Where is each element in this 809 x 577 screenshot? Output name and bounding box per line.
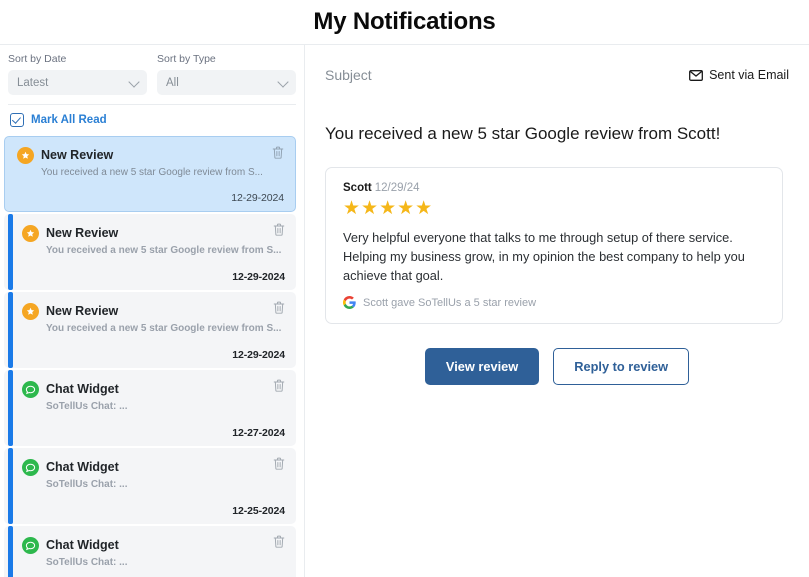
notification-date: 12-25-2024 [232, 505, 285, 517]
mark-all-read-row[interactable]: Mark All Read [0, 105, 304, 136]
chevron-down-icon [128, 75, 140, 88]
unread-accent-bar [8, 292, 13, 368]
notification-preview: You received a new 5 star Google review … [46, 245, 282, 256]
sort-by-type-value: All [166, 76, 179, 89]
google-g-icon [343, 296, 356, 309]
review-meta: Scott 12/29/24 [343, 182, 766, 194]
subject-label: Subject [325, 67, 372, 83]
notification-title: New Review [46, 304, 119, 318]
notification-item[interactable]: New Review You received a new 5 star Goog… [4, 292, 296, 368]
notification-item[interactable]: Chat Widget SoTellUs Chat: ... 12-25-2024 [4, 448, 296, 524]
star-badge-icon [17, 147, 34, 164]
sent-via-label: Sent via Email [709, 68, 789, 82]
notification-title: New Review [46, 226, 119, 240]
subject-row: Subject Sent via Email [325, 45, 789, 83]
notification-item[interactable]: Chat Widget SoTellUs Chat: ... 12-27-2024 [4, 370, 296, 446]
reply-to-review-button[interactable]: Reply to review [553, 348, 690, 385]
chat-bubble-badge-icon [22, 459, 39, 476]
view-review-button[interactable]: View review [424, 348, 540, 385]
notification-title: Chat Widget [46, 382, 119, 396]
sort-by-date-group: Sort by Date Latest [8, 53, 147, 95]
review-source-text: Scott gave SoTellUs a 5 star review [363, 296, 537, 309]
sort-by-type-group: Sort by Type All [157, 53, 296, 95]
notification-preview: SoTellUs Chat: ... [46, 557, 128, 568]
sent-via-email: Sent via Email [689, 68, 789, 82]
chat-bubble-badge-icon [22, 537, 39, 554]
unread-accent-bar [8, 214, 13, 290]
mark-all-read-checkbox[interactable] [10, 113, 24, 127]
delete-notification-icon[interactable] [272, 534, 286, 549]
notification-date: 12-29-2024 [232, 271, 285, 283]
star-badge-icon [22, 225, 39, 242]
page-header: My Notifications [0, 0, 809, 44]
notification-preview: SoTellUs Chat: ... [46, 401, 128, 412]
page-title: My Notifications [313, 8, 496, 35]
notification-date: 12-29-2024 [232, 349, 285, 361]
unread-accent-bar [8, 526, 13, 577]
notification-header: New Review [22, 303, 286, 320]
sort-by-date-select[interactable]: Latest [8, 70, 147, 95]
review-date: 12/29/24 [374, 182, 420, 194]
notification-title: New Review [41, 148, 114, 162]
notification-preview: You received a new 5 star Google review … [46, 323, 282, 334]
delete-notification-icon[interactable] [272, 456, 286, 471]
sort-by-type-label: Sort by Type [157, 53, 216, 65]
delete-notification-icon[interactable] [272, 300, 286, 315]
unread-accent-bar [8, 370, 13, 446]
envelope-icon [689, 69, 704, 81]
notification-preview: You received a new 5 star Google review … [41, 167, 263, 178]
chevron-down-icon [277, 75, 289, 88]
notification-date: 12-27-2024 [232, 427, 285, 439]
review-actions: View review Reply to review [325, 348, 789, 385]
main-body: Sort by Date Latest Sort by Type All Mar… [0, 44, 809, 577]
notification-preview: SoTellUs Chat: ... [46, 479, 128, 490]
notification-header: Chat Widget [22, 459, 286, 476]
sort-by-date-value: Latest [17, 76, 49, 89]
sort-by-date-label: Sort by Date [8, 53, 67, 65]
chat-bubble-badge-icon [22, 381, 39, 398]
notifications-sidebar: Sort by Date Latest Sort by Type All Mar… [0, 45, 305, 577]
notification-date: 12-29-2024 [231, 192, 284, 204]
notification-item[interactable]: New Review You received a new 5 star Goog… [4, 214, 296, 290]
notification-header: New Review [22, 225, 286, 242]
review-source-row: Scott gave SoTellUs a 5 star review [343, 296, 766, 309]
notification-list[interactable]: New Review You received a new 5 star Goog… [0, 136, 304, 577]
notification-title: Chat Widget [46, 460, 119, 474]
notification-header: Chat Widget [22, 537, 286, 554]
notification-title: Chat Widget [46, 538, 119, 552]
delete-notification-icon[interactable] [271, 145, 285, 160]
notification-header: New Review [17, 147, 285, 164]
review-body-text: Very helpful everyone that talks to me t… [343, 230, 745, 283]
unread-accent-bar [8, 448, 13, 524]
mark-all-read-label[interactable]: Mark All Read [31, 114, 107, 126]
star-badge-icon [22, 303, 39, 320]
detail-title: You received a new 5 star Google review … [325, 124, 721, 143]
sort-by-type-select[interactable]: All [157, 70, 296, 95]
review-card: Scott 12/29/24 ★★★★★ Very helpful everyon… [325, 167, 783, 324]
review-author: Scott [343, 182, 372, 194]
notification-detail-panel: Subject Sent via Email You received a ne… [305, 45, 809, 577]
delete-notification-icon[interactable] [272, 378, 286, 393]
review-star-rating: ★★★★★ [343, 198, 434, 219]
notification-header: Chat Widget [22, 381, 286, 398]
filter-row: Sort by Date Latest Sort by Type All [0, 45, 304, 95]
notification-item[interactable]: New Review You received a new 5 star Goog… [4, 136, 296, 212]
delete-notification-icon[interactable] [272, 222, 286, 237]
notification-item[interactable]: Chat Widget SoTellUs Chat: ... [4, 526, 296, 577]
